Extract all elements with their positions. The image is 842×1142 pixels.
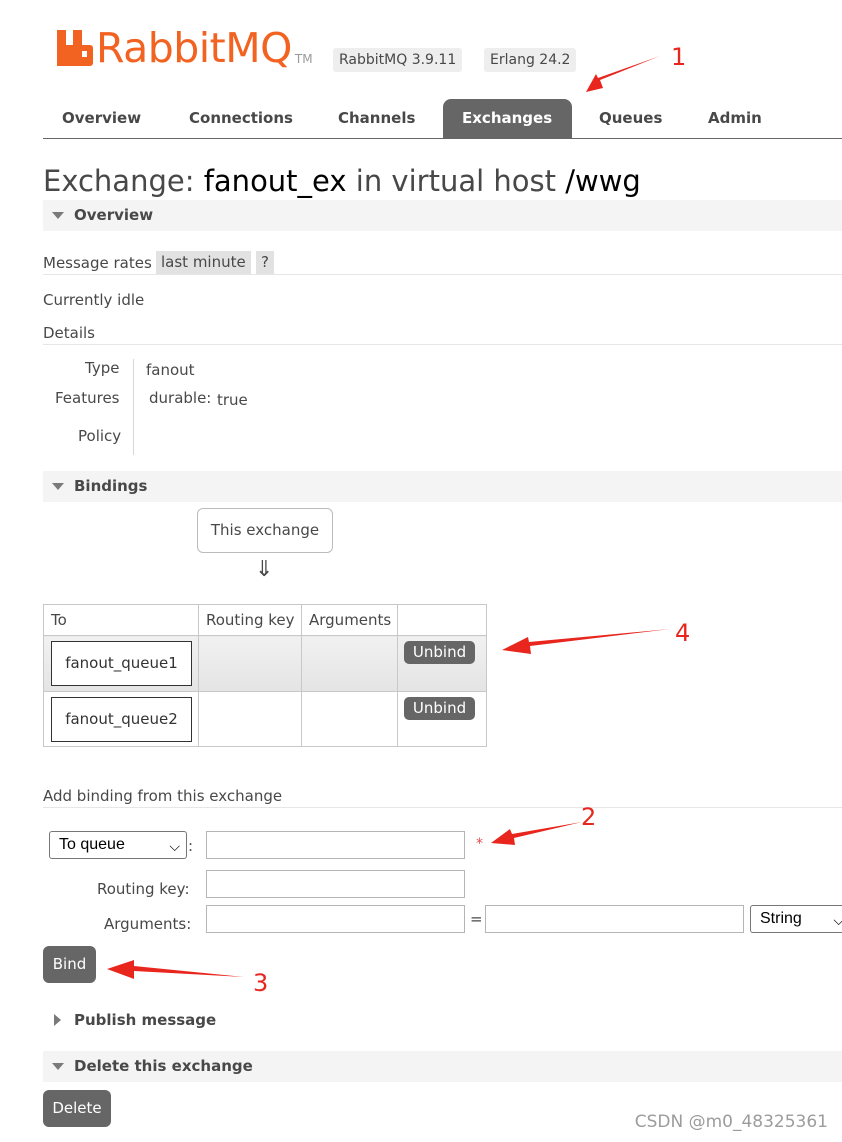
overview-section-header[interactable]: Overview	[43, 200, 842, 231]
routing-key-input[interactable]	[206, 870, 465, 898]
bindings-section-header[interactable]: Bindings	[43, 471, 842, 502]
column-header-arguments: Arguments	[301, 604, 398, 636]
tab-admin[interactable]: Admin	[689, 99, 781, 138]
destination-type-value: To queue	[59, 836, 125, 853]
tab-overview[interactable]: Overview	[43, 99, 160, 138]
table-row: fanout_queue1 Unbind	[43, 635, 487, 692]
title-prefix: Exchange:	[43, 164, 195, 198]
main-nav: Overview Connections Channels Exchanges …	[43, 99, 842, 139]
publish-section-header[interactable]: Publish message	[43, 1005, 842, 1036]
type-label: Type	[85, 359, 120, 377]
argument-type-value: String	[760, 910, 802, 927]
rate-period-selector[interactable]: last minute	[156, 251, 251, 274]
help-button[interactable]: ?	[256, 251, 274, 274]
exchange-name: fanout_ex	[203, 164, 347, 198]
column-header-to: To	[43, 604, 199, 636]
routing-key-cell	[198, 691, 302, 747]
binding-destination-cell: fanout_queue1	[43, 635, 199, 692]
title-middle: in virtual host	[355, 164, 556, 198]
chevron-down-icon: ⌵	[169, 838, 180, 854]
message-rates-label: Message rates	[43, 254, 152, 272]
unbind-button[interactable]: Unbind	[404, 697, 475, 720]
tab-channels[interactable]: Channels	[319, 99, 434, 138]
annotation-number: 4	[675, 619, 691, 647]
argument-value-input[interactable]	[485, 905, 744, 933]
argument-type-select[interactable]: String ⌵	[750, 905, 842, 933]
features-label: Features	[55, 389, 120, 407]
arguments-cell	[301, 635, 398, 692]
routing-key-cell	[198, 635, 302, 692]
queue-link[interactable]: fanout_queue1	[51, 641, 192, 686]
actions-cell: Unbind	[397, 635, 487, 692]
annotation-number: 2	[581, 803, 597, 831]
idle-status: Currently idle	[43, 291, 145, 309]
details-separator	[133, 359, 134, 455]
overview-section-label: Overview	[74, 206, 154, 224]
destination-input[interactable]	[206, 831, 465, 859]
expand-triangle-icon	[54, 1014, 61, 1026]
bindings-section-label: Bindings	[74, 477, 148, 495]
argument-key-input[interactable]	[206, 905, 465, 933]
actions-cell: Unbind	[397, 691, 487, 747]
delete-section-label: Delete this exchange	[74, 1057, 253, 1075]
this-exchange-box: This exchange	[197, 508, 333, 553]
required-mark: *	[476, 836, 483, 852]
arguments-label: Arguments:	[104, 915, 192, 933]
add-binding-heading: Add binding from this exchange	[43, 787, 283, 805]
details-label: Details	[43, 324, 96, 342]
policy-label: Policy	[78, 427, 122, 445]
divider	[43, 344, 842, 345]
page-title: Exchange: fanout_ex in virtual host /wwg	[43, 164, 641, 198]
annotation-arrow	[491, 822, 582, 845]
rabbit-logo-icon	[57, 30, 93, 66]
bindings-table: To Routing key Arguments fanout_queue1 U…	[43, 604, 487, 747]
delete-section-header[interactable]: Delete this exchange	[43, 1051, 842, 1082]
annotation-arrow	[586, 56, 660, 92]
collapse-triangle-icon	[52, 1063, 64, 1070]
queue-link[interactable]: fanout_queue2	[51, 696, 192, 742]
collapse-triangle-icon	[52, 483, 64, 490]
bind-button[interactable]: Bind	[43, 946, 96, 983]
column-header-actions	[397, 604, 487, 636]
binding-destination-cell: fanout_queue2	[43, 691, 199, 747]
trademark: TM	[294, 52, 313, 66]
durable-value: true	[217, 391, 248, 409]
colon: :	[188, 837, 194, 855]
type-value: fanout	[146, 361, 195, 379]
rabbitmq-logo: RabbitMQ TM	[57, 26, 313, 70]
erlang-version-badge: Erlang 24.2	[484, 48, 577, 72]
divider	[43, 807, 842, 808]
annotation-number: 1	[671, 43, 687, 71]
watermark: CSDN @m0_48325361	[634, 1112, 828, 1132]
unbind-button[interactable]: Unbind	[404, 641, 475, 664]
divider	[43, 274, 842, 275]
tab-exchanges[interactable]: Exchanges	[443, 99, 572, 138]
brand-name: RabbitMQ	[96, 24, 292, 72]
annotation-arrow	[107, 960, 244, 979]
tab-connections[interactable]: Connections	[170, 99, 312, 138]
column-header-routing-key: Routing key	[198, 604, 302, 636]
vhost-name: /wwg	[565, 164, 641, 198]
collapse-triangle-icon	[52, 212, 64, 219]
annotation-number: 3	[253, 969, 269, 997]
destination-type-select[interactable]: To queue ⌵	[49, 831, 187, 859]
tab-queues[interactable]: Queues	[580, 99, 681, 138]
arrow-down-icon: ⇓	[255, 557, 274, 582]
arguments-cell	[301, 691, 398, 747]
rabbitmq-version-badge: RabbitMQ 3.9.11	[333, 48, 463, 72]
chevron-down-icon: ⌵	[833, 912, 842, 928]
table-row: fanout_queue2 Unbind	[43, 691, 487, 747]
routing-key-label: Routing key:	[97, 880, 190, 898]
equals-sign: =	[470, 910, 483, 928]
delete-button[interactable]: Delete	[43, 1090, 111, 1127]
annotation-arrow	[502, 629, 670, 654]
publish-section-label: Publish message	[74, 1011, 217, 1029]
durable-label: durable:	[149, 389, 212, 407]
